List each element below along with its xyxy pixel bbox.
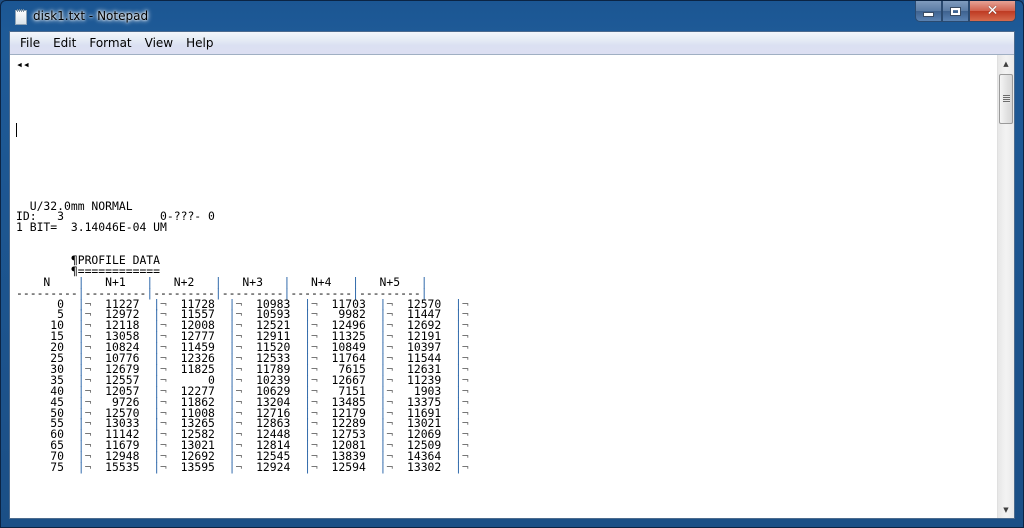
maximize-button[interactable] (942, 1, 969, 22)
title-bar[interactable]: disk1.txt - Notepad ✕ (1, 1, 1023, 33)
caption-buttons: ✕ (915, 1, 1016, 22)
column-separator: | (77, 459, 85, 474)
control-char: ¬ (160, 459, 167, 474)
control-char: ¬ (310, 459, 318, 474)
menu-view[interactable]: View (139, 33, 179, 53)
table-body: 0 |¬ 11227 |¬ 11728 |¬ 10983 |¬ 11703 |¬… (16, 298, 469, 474)
menu-edit[interactable]: Edit (47, 33, 82, 53)
document-text[interactable]: ◂◂ U/32.0mm NORMAL ID: 3 0-???- 01 BIT= 3… (16, 57, 469, 474)
table-row: 75 |¬ 15535 |¬ 13595 |¬ 12924 |¬ 12594 |… (16, 459, 469, 474)
client-area: File Edit Format View Help ◂◂ U/32.0mm N… (9, 31, 1015, 519)
arrow-up-icon: ▲ (1003, 59, 1009, 68)
control-chars-line: ◂◂ (16, 57, 30, 71)
column-separator: | (228, 459, 236, 474)
minimize-button[interactable] (915, 1, 942, 22)
maximize-icon (950, 6, 961, 16)
menu-format[interactable]: Format (83, 33, 137, 53)
text-editor[interactable]: ◂◂ U/32.0mm NORMAL ID: 3 0-???- 01 BIT= 3… (10, 55, 997, 518)
scroll-up-button[interactable]: ▲ (998, 55, 1014, 72)
menu-bar: File Edit Format View Help (10, 32, 1014, 55)
close-icon: ✕ (986, 3, 999, 19)
row-index: 75 (16, 459, 78, 474)
header-line-bit: 1 BIT= 3.14046E-04 UM (16, 220, 167, 235)
arrow-down-icon: ▼ (1003, 505, 1009, 514)
notepad-app-icon[interactable] (15, 9, 27, 25)
window-title: disk1.txt - Notepad (33, 9, 149, 23)
minimize-icon (923, 11, 934, 17)
notepad-window: disk1.txt - Notepad ✕ File Edit Format V… (0, 0, 1024, 528)
close-button[interactable]: ✕ (969, 1, 1016, 22)
vertical-scrollbar[interactable]: ▲ ▼ (997, 55, 1014, 518)
grip-icon (1002, 95, 1010, 103)
table-cell: 12924 (242, 459, 305, 474)
menu-file[interactable]: File (14, 33, 46, 53)
scroll-down-button[interactable]: ▼ (998, 501, 1014, 518)
column-separator: | (455, 459, 462, 474)
control-char: ¬ (461, 459, 469, 474)
column-separator: | (304, 459, 311, 474)
table-cell: 15535 (91, 459, 154, 474)
table-cell: 12594 (317, 459, 380, 474)
scroll-thumb[interactable] (999, 74, 1013, 124)
table-cell: 13595 (166, 459, 229, 474)
menu-help[interactable]: Help (180, 33, 219, 53)
table-cell: 13302 (393, 459, 455, 474)
